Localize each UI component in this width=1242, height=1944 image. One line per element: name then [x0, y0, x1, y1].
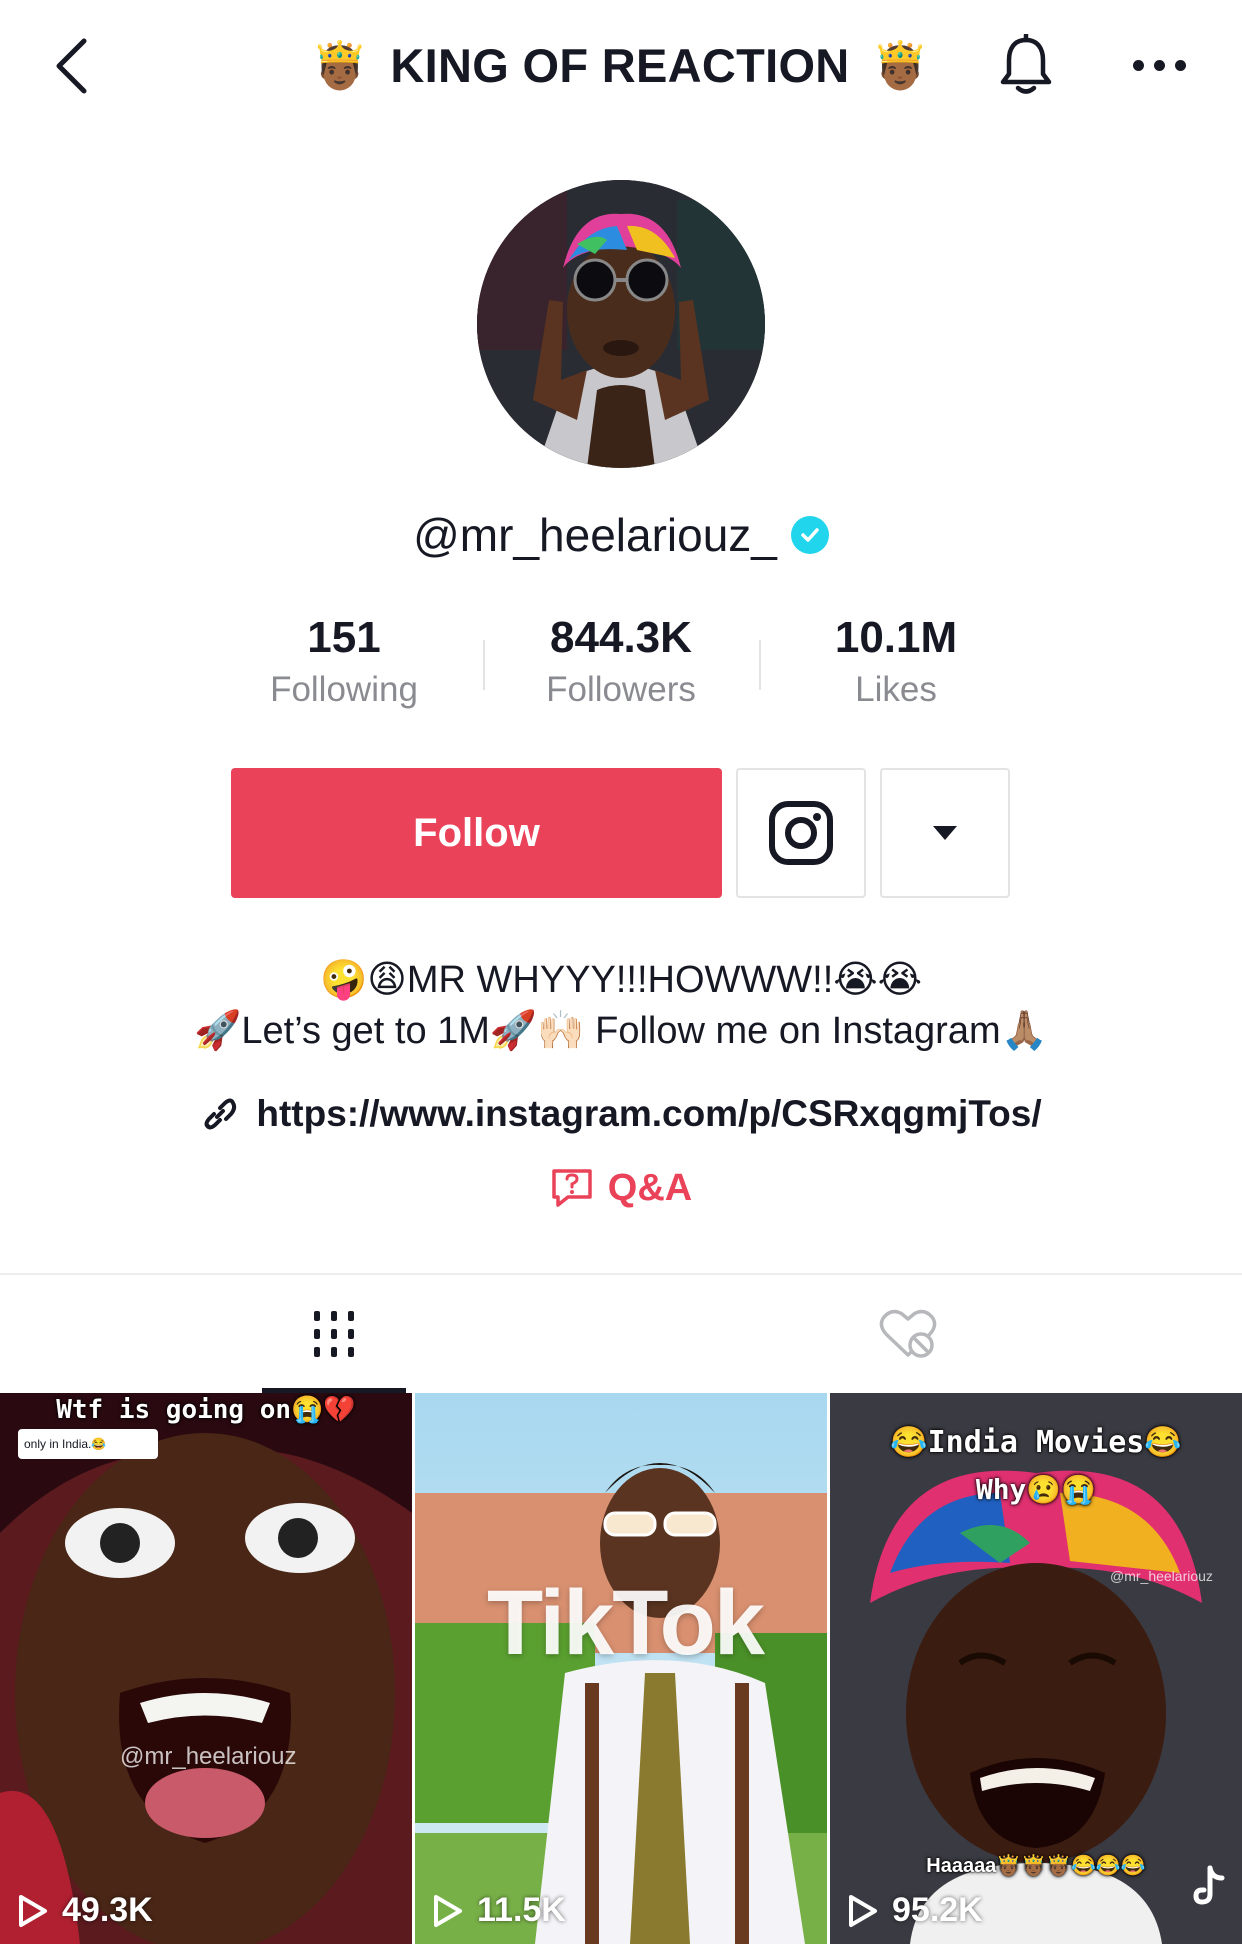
stat-divider	[759, 640, 761, 690]
qa-button[interactable]: Q&A	[0, 1158, 1242, 1218]
crown-emoji: 🤴🏾	[311, 38, 369, 92]
suggested-accounts-dropdown-button[interactable]	[880, 768, 1010, 898]
chevron-left-icon	[56, 38, 87, 94]
view-count: 49.3K	[18, 1891, 153, 1930]
video-thumbnail[interactable]: Wtf is going on😭💔 only in India.😂 @mr_he…	[0, 1393, 412, 1944]
video-bottom-text: Haaaaa🤴🏾🤴🏾🤴🏾😂😂😂	[926, 1855, 1146, 1877]
bio: 🤪😩MR WHYYY!!!HOWWW!!😭😭 🚀Let’s get to 1M🚀…	[0, 955, 1242, 1057]
caret-down-icon	[933, 826, 957, 840]
page-title: 🤴🏾 KING OF REACTION 🤴🏾	[300, 28, 940, 102]
video-caption: TikTok	[487, 1572, 765, 1674]
stat-divider	[483, 640, 485, 690]
divider	[0, 1273, 1242, 1275]
link-icon	[204, 1098, 237, 1130]
username: @mr_heelariouz_	[413, 509, 777, 561]
watermark-text: @mr_heelariouz	[120, 1743, 297, 1770]
stat-value: 10.1M	[834, 613, 958, 662]
question-bubble-icon	[552, 1169, 592, 1207]
view-count-text: 49.3K	[62, 1891, 153, 1929]
play-icon	[434, 1894, 462, 1927]
video-thumbnail[interactable]: TikTok 11.5K	[415, 1393, 827, 1944]
instagram-icon	[769, 801, 833, 865]
view-count: 11.5K	[433, 1891, 566, 1930]
bio-link[interactable]: https://www.instagram.com/p/CSRxqgmjTos/	[0, 1084, 1242, 1144]
tiktok-logo-icon	[1188, 1864, 1228, 1914]
more-options-button[interactable]	[1124, 40, 1194, 90]
crown-emoji: 🤴🏾	[871, 38, 929, 92]
view-count-text: 95.2K	[892, 1891, 983, 1929]
stat-value: 151	[307, 613, 381, 662]
video-grid: Wtf is going on😭💔 only in India.😂 @mr_he…	[0, 1393, 1242, 1944]
video-caption-line2: Why😢😭	[975, 1473, 1097, 1506]
video-thumbnail[interactable]: 😂India Movies😂 Why😢😭 @mr_heelariouz Haaa…	[830, 1393, 1242, 1944]
bio-line: 🚀Let’s get to 1M🚀🙌🏻 Follow me on Instagr…	[194, 1010, 1048, 1052]
back-button[interactable]	[46, 34, 96, 98]
stat-value: 844.3K	[550, 613, 692, 662]
stat-label: Following	[270, 670, 418, 709]
tab-liked[interactable]	[836, 1276, 980, 1392]
page-title-text: KING OF REACTION	[390, 38, 850, 92]
bio-link-text: https://www.instagram.com/p/CSRxqgmjTos/	[256, 1093, 1042, 1134]
top-bar: 🤴🏾 KING OF REACTION 🤴🏾	[0, 0, 1242, 130]
reply-comment-sticker: only in India.😂	[18, 1429, 158, 1459]
reply-comment-text: only in India.😂	[24, 1437, 107, 1451]
stat-following[interactable]: 151 Following	[214, 610, 474, 710]
username-row: @mr_heelariouz_	[0, 500, 1242, 570]
liked-hidden-heart-icon	[879, 1309, 937, 1358]
bio-line: 🤪😩MR WHYYY!!!HOWWW!!😭😭	[319, 959, 923, 1001]
stat-label: Likes	[855, 670, 937, 709]
follow-button[interactable]: Follow	[231, 768, 722, 898]
watermark-text: @mr_heelariouz	[1110, 1568, 1213, 1584]
verified-badge-icon	[790, 516, 829, 554]
avatar[interactable]	[477, 180, 765, 468]
stat-label: Followers	[546, 670, 696, 709]
stat-likes[interactable]: 10.1M Likes	[766, 610, 1026, 710]
play-icon	[19, 1894, 47, 1927]
dot	[1174, 59, 1186, 71]
view-count: 95.2K	[848, 1891, 983, 1930]
video-thumbnail-image	[0, 1393, 412, 1944]
dot	[1153, 59, 1165, 71]
profile-stats: 151 Following 844.3K Followers 10.1M Lik…	[0, 610, 1242, 720]
notification-button[interactable]	[994, 30, 1058, 100]
tab-videos[interactable]	[262, 1276, 406, 1392]
video-caption: Wtf is going on😭💔	[56, 1395, 356, 1425]
instagram-button[interactable]	[736, 768, 866, 898]
avatar-image	[477, 180, 765, 468]
bell-icon	[1000, 34, 1052, 94]
grid-icon	[314, 1311, 354, 1357]
video-caption: 😂India Movies😂	[890, 1425, 1182, 1460]
stat-followers[interactable]: 844.3K Followers	[491, 610, 751, 710]
play-icon	[849, 1894, 877, 1927]
view-count-text: 11.5K	[477, 1891, 566, 1929]
qa-label: Q&A	[607, 1166, 693, 1209]
dot	[1132, 59, 1144, 71]
